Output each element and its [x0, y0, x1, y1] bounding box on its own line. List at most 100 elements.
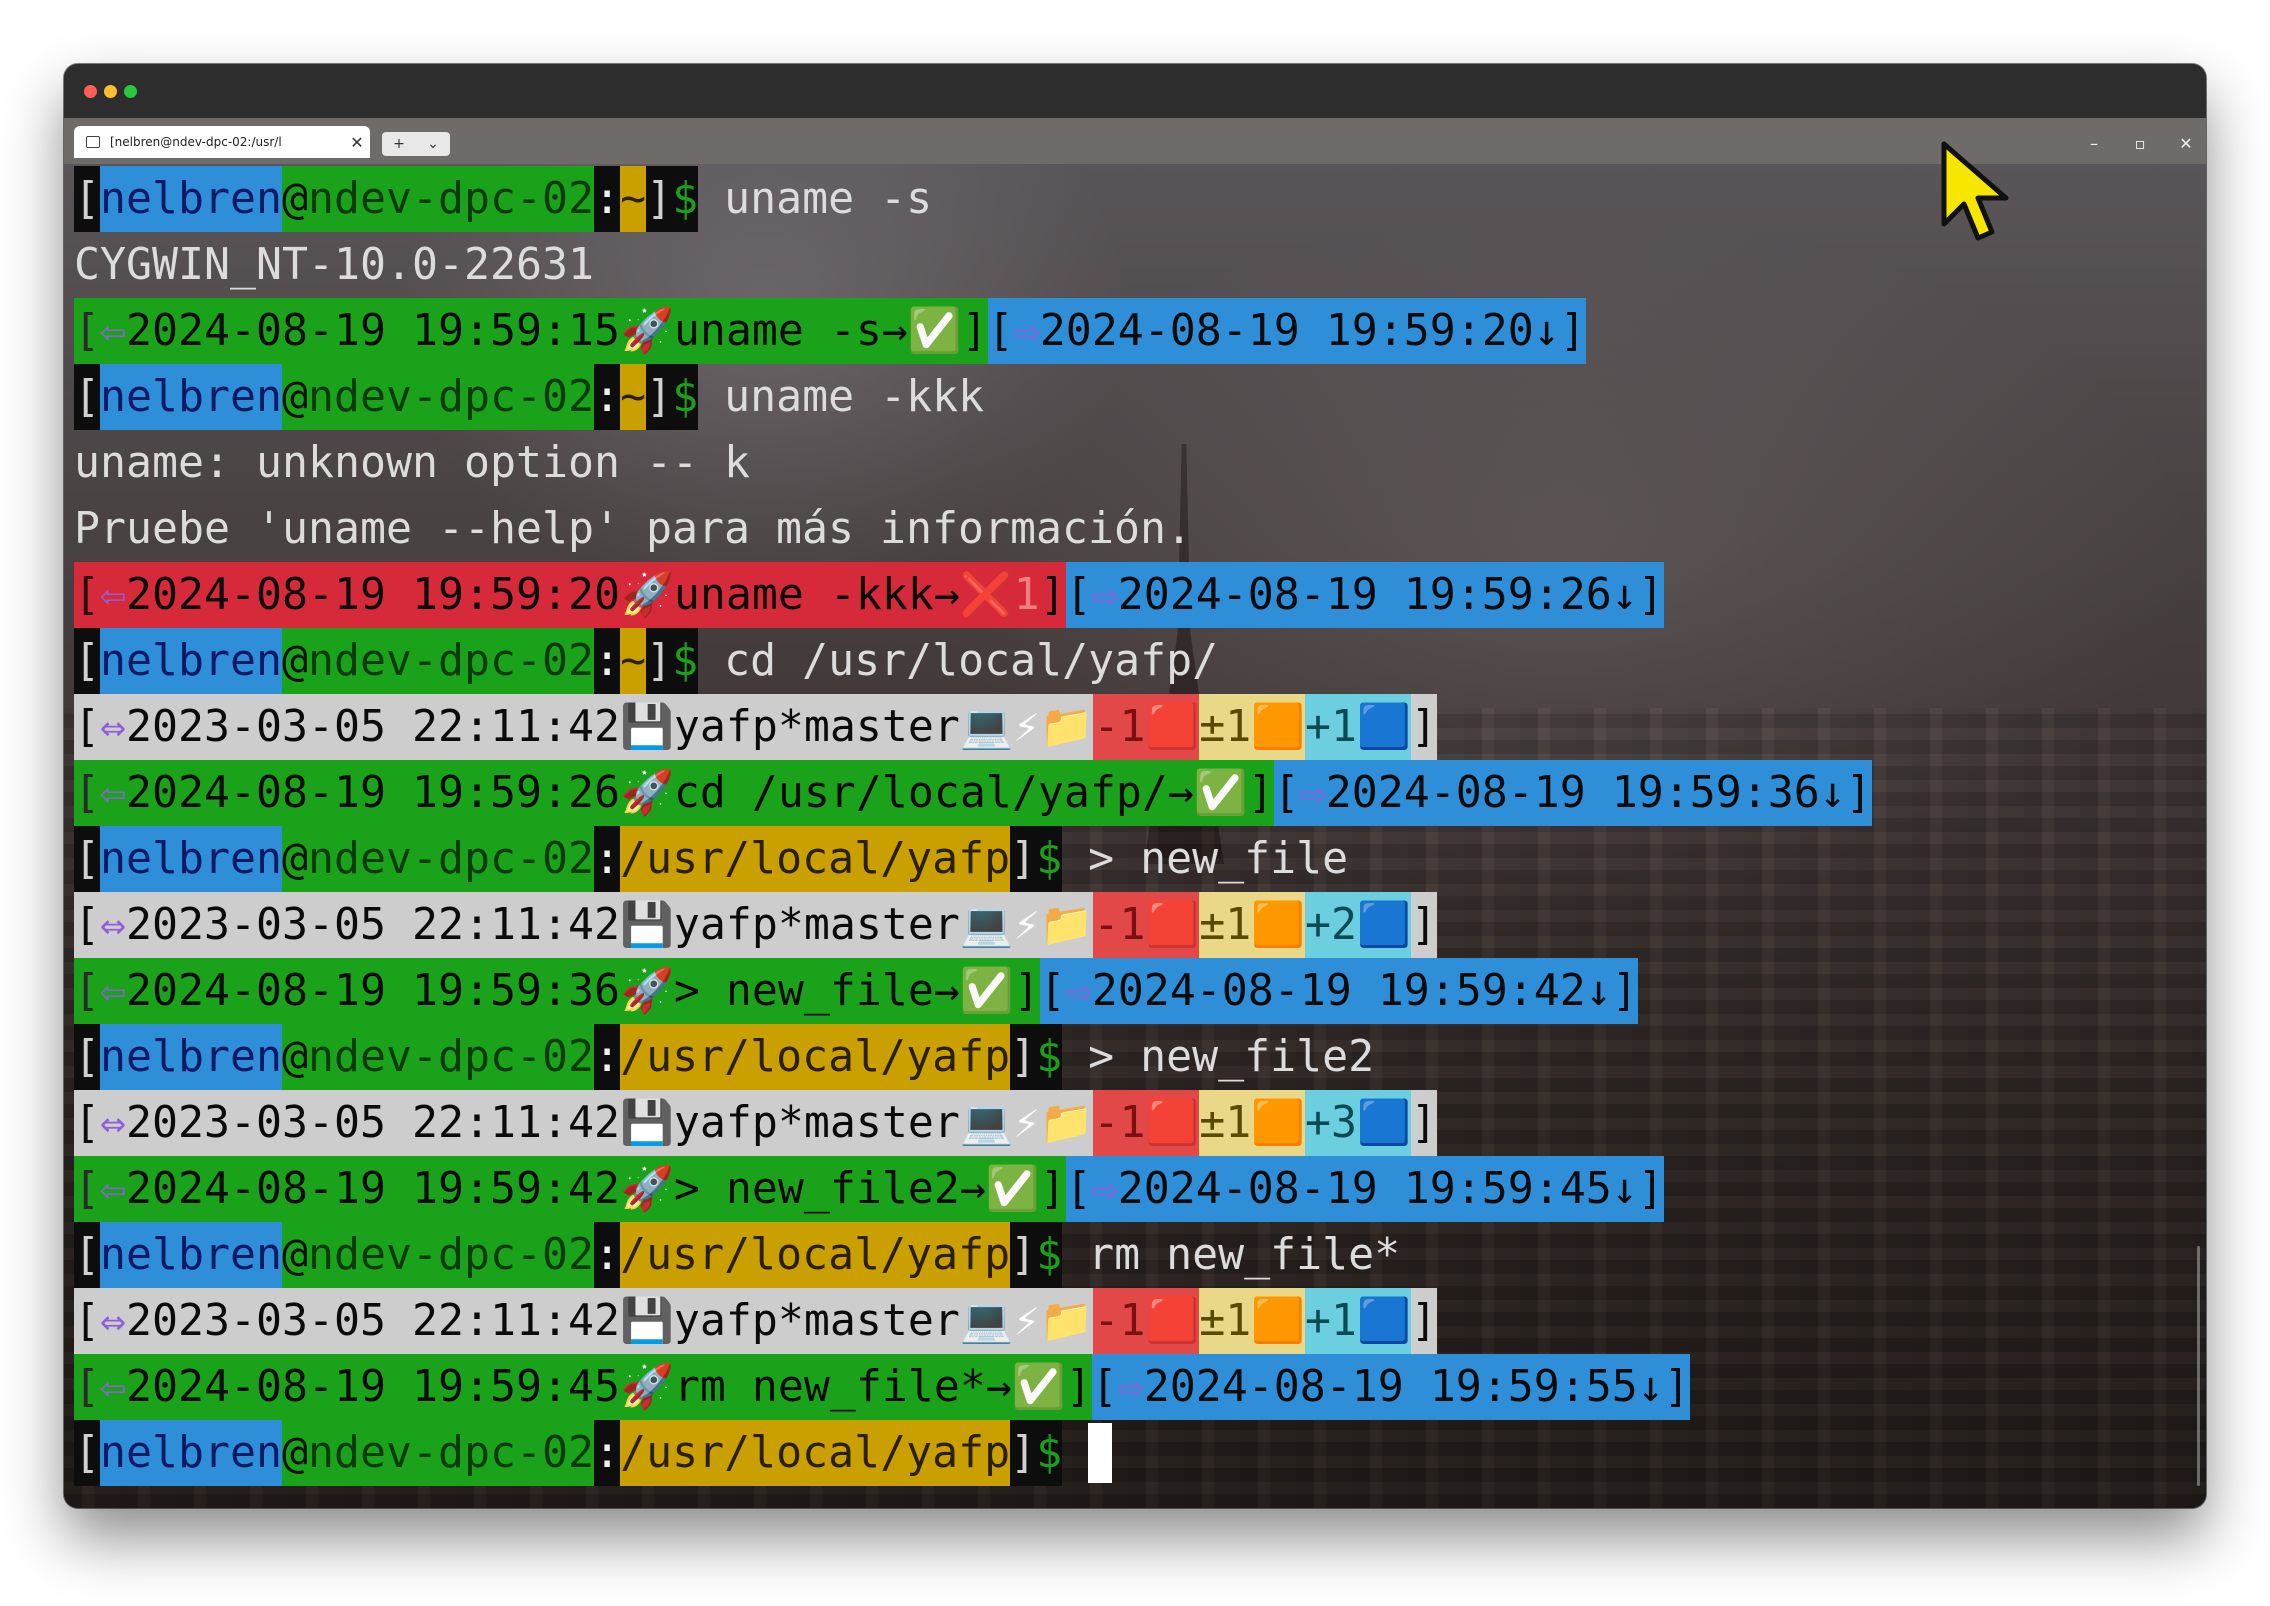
terminal-segment: 📁 — [1039, 694, 1094, 760]
terminal-segment: [ — [1039, 958, 1066, 1024]
terminal-segment: ⇨ — [1065, 958, 1092, 1024]
terminal-segment: > new_file→ — [673, 958, 960, 1024]
terminal-segment: ] — [961, 298, 988, 364]
terminal-segment: uname -s→ — [673, 298, 908, 364]
terminal-segment: ±1 — [1199, 1090, 1252, 1156]
terminal-segment: > new_file2 — [1062, 1032, 1375, 1082]
terminal-segment: $ — [1036, 1024, 1063, 1090]
terminal-segment: rm new_file* — [1062, 1230, 1401, 1280]
minimize-traffic-light[interactable] — [104, 85, 117, 98]
terminal-segment: 🟦 — [1357, 892, 1411, 958]
terminal-segment: [ — [74, 364, 101, 430]
terminal-segment: : — [594, 826, 621, 892]
terminal-segment: CYGWIN_NT-10.0-22631 — [74, 240, 595, 290]
terminal-segment: ] — [1013, 958, 1040, 1024]
terminal-segment: [ — [74, 1090, 101, 1156]
terminal-segment: ndev-dpc-02 — [308, 1222, 595, 1288]
minimize-button[interactable]: – — [2084, 134, 2104, 153]
terminal-line: [⇦ 2024-08-19 19:59:42 🚀 > new_file2→ ✅][⇨ 20… — [74, 1156, 1872, 1222]
terminal-line: [⇦ 2024-08-19 19:59:36 🚀 > new_file→ ✅][⇨ 202… — [74, 958, 1872, 1024]
new-tab-button[interactable]: + — [382, 132, 416, 156]
terminal-segment: /usr/local/yafp — [620, 1420, 1011, 1486]
terminal-segment: nelbren — [100, 628, 283, 694]
terminal-segment: 2024-08-19 19:59:42 — [126, 1156, 621, 1222]
terminal-line: [⇔ 2023-03-05 22:11:42 💾 yafp*master 💻 ⚡ 📁 -1 🟥 ±… — [74, 1090, 1872, 1156]
terminal-segment: ~ — [620, 628, 647, 694]
terminal-segment: ] — [1611, 958, 1638, 1024]
terminal-segment: ⇦ — [100, 1156, 127, 1222]
terminal-line: [⇔ 2023-03-05 22:11:42 💾 yafp*master 💻 ⚡ 📁 -1 🟥 ±… — [74, 694, 1872, 760]
terminal-segment: [ — [74, 1288, 101, 1354]
terminal-line: [⇦ 2024-08-19 19:59:26 🚀 cd /usr/local/yafp… — [74, 760, 1872, 826]
terminal-segment: @ — [282, 1222, 309, 1288]
terminal-line: uname: unknown option -- k — [74, 430, 1872, 496]
terminal-segment: nelbren — [100, 1420, 283, 1486]
new-tab-group: + ⌄ — [382, 132, 450, 156]
terminal-segment: > new_file — [1062, 834, 1349, 884]
terminal-segment: ⇦ — [100, 1354, 127, 1420]
close-tab-icon[interactable]: ✕ — [344, 133, 370, 152]
terminal-segment: @ — [282, 1420, 309, 1486]
terminal-line: [⇔ 2023-03-05 22:11:42 💾 yafp*master 💻 ⚡ 📁 -1 🟥 ±… — [74, 892, 1872, 958]
terminal-segment: ✅ — [1193, 760, 1248, 826]
terminal-segment: nelbren — [100, 364, 283, 430]
terminal-segment: 🚀 — [620, 562, 674, 628]
terminal-segment: nelbren — [100, 166, 283, 232]
terminal-segment: -1 — [1093, 1090, 1146, 1156]
terminal-segment: 💾 — [620, 892, 674, 958]
terminal-segment: 2023-03-05 22:11:42 — [126, 892, 621, 958]
terminal-segment: +2 — [1305, 892, 1358, 958]
terminal-segment: ⇨ — [1091, 562, 1118, 628]
terminal-segment: [ — [74, 298, 101, 364]
close-button[interactable]: ✕ — [2176, 134, 2196, 153]
terminal-segment: ⇔ — [100, 1090, 127, 1156]
tab-dropdown-button[interactable]: ⌄ — [416, 132, 450, 156]
terminal-segment: [ — [74, 1354, 101, 1420]
terminal-segment: 🟦 — [1357, 1288, 1411, 1354]
tab-terminal[interactable]: [nelbren@ndev-dpc-02:/usr/l ✕ — [74, 126, 370, 158]
terminal-segment: 🟧 — [1251, 1090, 1306, 1156]
terminal-segment: ⇨ — [1091, 1156, 1118, 1222]
terminal-segment: ] — [1010, 1222, 1037, 1288]
maximize-button[interactable]: ▫ — [2130, 134, 2150, 153]
terminal-area[interactable]: [nelbren @ ndev-dpc-02: ~] $ uname -s CYGWIN_… — [64, 164, 2206, 1508]
zoom-traffic-light[interactable] — [124, 85, 137, 98]
terminal-segment: 2024-08-19 19:59:26↓ — [1117, 562, 1638, 628]
close-traffic-light[interactable] — [84, 85, 97, 98]
terminal-segment: rm new_file*→ — [673, 1354, 1012, 1420]
terminal-segment: uname -s — [698, 174, 933, 224]
terminal-segment: ⇨ — [1013, 298, 1040, 364]
terminal-segment: nelbren — [100, 1222, 283, 1288]
terminal-segment: 2024-08-19 19:59:55↓ — [1143, 1354, 1664, 1420]
terminal-segment: ndev-dpc-02 — [308, 166, 595, 232]
terminal-segment: ⇦ — [100, 298, 127, 364]
terminal-segment: ✅ — [959, 958, 1014, 1024]
terminal-segment: 2024-08-19 19:59:42↓ — [1091, 958, 1612, 1024]
terminal-segment: : — [594, 166, 621, 232]
terminal-segment: ❌ — [959, 562, 1014, 628]
terminal-segment: 💾 — [620, 1288, 674, 1354]
terminal-segment: ] — [1637, 562, 1664, 628]
terminal-segment: -1 — [1093, 694, 1146, 760]
terminal-segment: nelbren — [100, 1024, 283, 1090]
terminal-segment: +3 — [1305, 1090, 1358, 1156]
terminal-line: CYGWIN_NT-10.0-22631 — [74, 232, 1872, 298]
terminal-line: [nelbren @ ndev-dpc-02: ~] $ uname -kkk — [74, 364, 1872, 430]
terminal-segment: ] — [1065, 1354, 1092, 1420]
terminal-segment: ⇔ — [100, 694, 127, 760]
terminal-segment: ndev-dpc-02 — [308, 1024, 595, 1090]
terminal-segment: [ — [74, 760, 101, 826]
scrollbar[interactable] — [2197, 1246, 2200, 1486]
terminal-segment: $ — [672, 166, 699, 232]
terminal-segment: ⇨ — [1299, 760, 1326, 826]
terminal-line: [⇦ 2024-08-19 19:59:20 🚀 uname -kkk→ ❌ 1][⇨ 20… — [74, 562, 1872, 628]
terminal-segment: 📁 — [1039, 1090, 1094, 1156]
terminal-line: [⇦ 2024-08-19 19:59:15 🚀 uname -s→ ✅][⇨ 2024-… — [74, 298, 1872, 364]
terminal-segment: ] — [1663, 1354, 1690, 1420]
terminal-segment: ⚡ — [1013, 1090, 1040, 1156]
terminal-segment: 2024-08-19 19:59:26 — [126, 760, 621, 826]
terminal-segment: ±1 — [1199, 1288, 1252, 1354]
terminal-segment: [ — [74, 1420, 101, 1486]
terminal-segment: ✅ — [907, 298, 962, 364]
terminal-segment: ~ — [620, 364, 647, 430]
